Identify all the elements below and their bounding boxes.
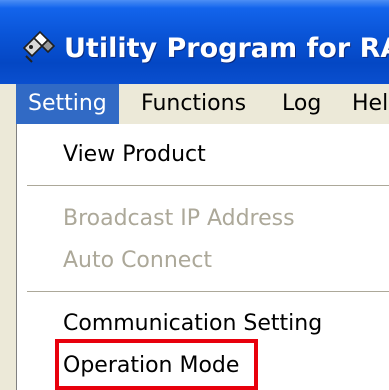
title-bar-sheen [0,0,389,8]
menu-log[interactable]: Log [282,84,321,124]
menu-help[interactable]: Hel [352,84,388,124]
menu-item-view-product[interactable]: View Product [63,140,206,170]
app-icon[interactable] [20,30,58,64]
menu-separator [27,185,389,187]
title-bar[interactable]: Utility Program for RA [0,0,389,84]
menu-separator [27,291,389,293]
menu-functions[interactable]: Functions [141,84,246,124]
menu-item-auto-connect: Auto Connect [63,248,213,273]
window-title: Utility Program for RA [64,33,389,64]
menu-setting[interactable]: Setting [16,84,119,124]
menu-item-communication-setting[interactable]: Communication Setting [63,309,322,339]
menu-bar: Setting Functions Log Hel [0,84,389,124]
operation-mode-highlight-box [55,339,258,390]
menu-item-broadcast-ip-address: Broadcast IP Address [63,206,295,231]
